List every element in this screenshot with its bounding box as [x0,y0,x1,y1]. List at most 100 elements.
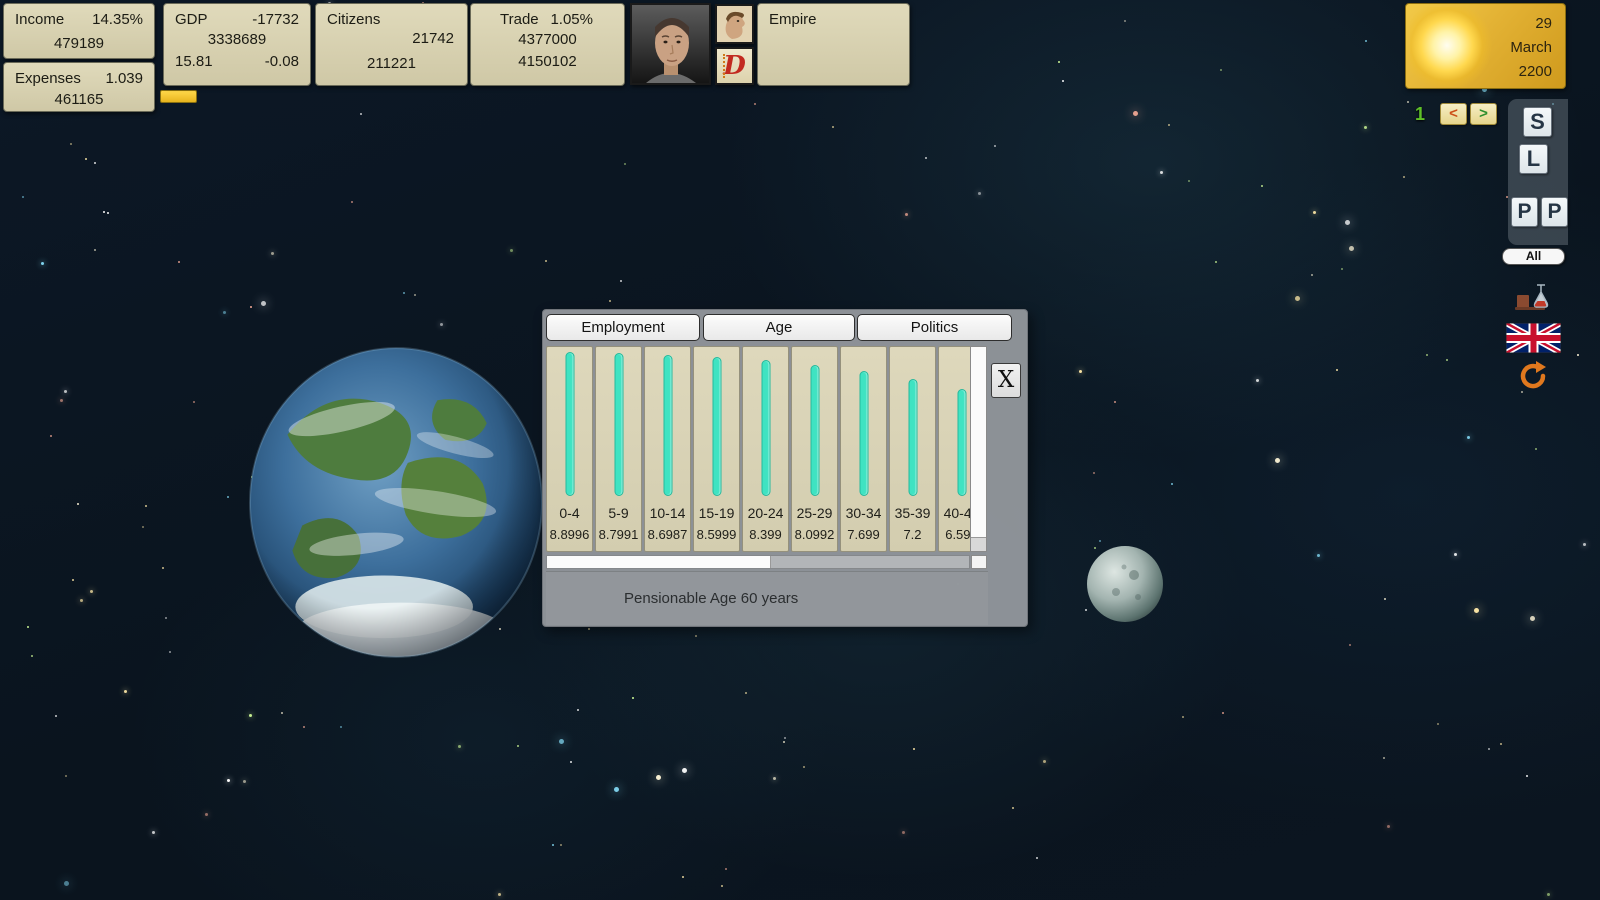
tab-age[interactable]: Age [703,314,855,341]
star [1577,354,1579,356]
next-button[interactable]: > [1470,103,1497,125]
mini-gauge[interactable] [160,90,197,103]
all-button[interactable]: All [1502,248,1565,265]
age-bar [663,355,672,496]
star [994,145,996,147]
age-category-label: 20-24 [743,505,788,521]
dialog-footer: Pensionable Age 60 years [546,571,988,625]
population-dialog: Employment Age Politics 0-48.89965-98.79… [542,309,1028,627]
star [103,211,105,213]
star [803,766,805,768]
star [1058,61,1060,63]
star [1099,540,1101,542]
star [152,831,155,834]
empire-label: Empire [769,11,817,28]
star [1036,857,1038,859]
star [1341,268,1343,270]
age-category-label: 40-44 [939,505,972,521]
star [124,690,127,693]
prev-button[interactable]: < [1440,103,1467,125]
science-flask-icon[interactable] [1513,281,1553,317]
star [85,158,87,160]
star [1188,180,1190,182]
star [570,761,572,763]
close-button[interactable]: X [991,363,1021,398]
star [1365,40,1367,42]
age-category-label: 15-19 [694,505,739,521]
age-column: 0-48.8996 [546,346,593,552]
age-bar [614,353,623,496]
p-left-button[interactable]: P [1511,197,1538,227]
tab-politics[interactable]: Politics [857,314,1012,341]
age-value-label: 8.6987 [645,527,690,542]
star [1474,608,1479,613]
horizontal-scrollbar[interactable] [546,555,970,569]
income-percent: 14.35% [92,11,143,28]
expenses-value: 461165 [15,91,143,108]
refresh-icon[interactable] [1516,359,1550,393]
star [1182,716,1184,718]
save-button[interactable]: S [1523,107,1552,137]
load-button[interactable]: L [1519,144,1548,174]
date-panel[interactable]: 29 March 2200 [1405,3,1566,89]
star [94,162,96,164]
star [249,714,252,717]
star [577,709,579,711]
star [360,113,362,115]
vertical-scrollbar[interactable] [970,346,987,552]
star [560,844,562,846]
age-column: 15-19 8.5999 [693,346,740,552]
planet-earth[interactable] [248,346,544,659]
age-category-label: 30-34 [841,505,886,521]
badge-divider [723,54,725,78]
age-category-label: 5-9 [596,505,641,521]
uk-flag-icon[interactable] [1506,323,1561,353]
star [784,737,786,739]
expenses-panel[interactable]: Expenses 1.039 461165 [3,62,155,112]
star [1093,472,1095,474]
star [440,323,443,326]
gdp-panel[interactable]: GDP -17732 3338689 15.81 -0.08 [163,3,311,86]
gdp-value: 3338689 [175,31,299,48]
star [1426,354,1428,356]
star [90,590,93,593]
star [72,579,74,581]
age-column: 25-298.0992 [791,346,838,552]
advisor-portrait[interactable] [715,4,754,44]
star [609,300,611,302]
star [1583,543,1586,546]
star [227,779,230,782]
moon[interactable] [1086,545,1164,623]
p-right-button[interactable]: P [1541,197,1568,227]
star [1383,757,1385,759]
star [695,635,697,637]
star [458,745,461,748]
age-column: 30-347.699 [840,346,887,552]
horizontal-scrollbar-thumb[interactable] [547,556,771,568]
star [1313,211,1316,214]
star [205,813,208,816]
age-category-label: 10-14 [645,505,690,521]
income-panel[interactable]: Income 14.35% 479189 [3,3,155,59]
star [1079,370,1082,373]
vertical-scrollbar-thumb[interactable] [971,347,986,538]
trade-value-1: 4377000 [482,31,613,48]
star [1114,401,1116,403]
age-column: 10-14 8.6987 [644,346,691,552]
scrollbar-corner [971,555,987,569]
star [1387,825,1390,828]
trade-panel[interactable]: Trade 1.05% 4377000 4150102 [470,3,625,86]
citizens-value-1: 21742 [327,30,456,47]
advisor-badge[interactable]: D [715,47,754,85]
star [107,212,109,214]
leader-portrait[interactable] [630,3,711,85]
tab-employment[interactable]: Employment [546,314,700,341]
age-value-label: 8.8996 [547,527,592,542]
star [271,252,274,255]
star [1275,458,1280,463]
citizens-panel[interactable]: Citizens 21742 211221 [315,3,468,86]
age-value-label: 8.5999 [694,527,739,542]
star [588,628,590,630]
star [1012,807,1014,809]
empire-panel[interactable]: Empire [757,3,910,86]
